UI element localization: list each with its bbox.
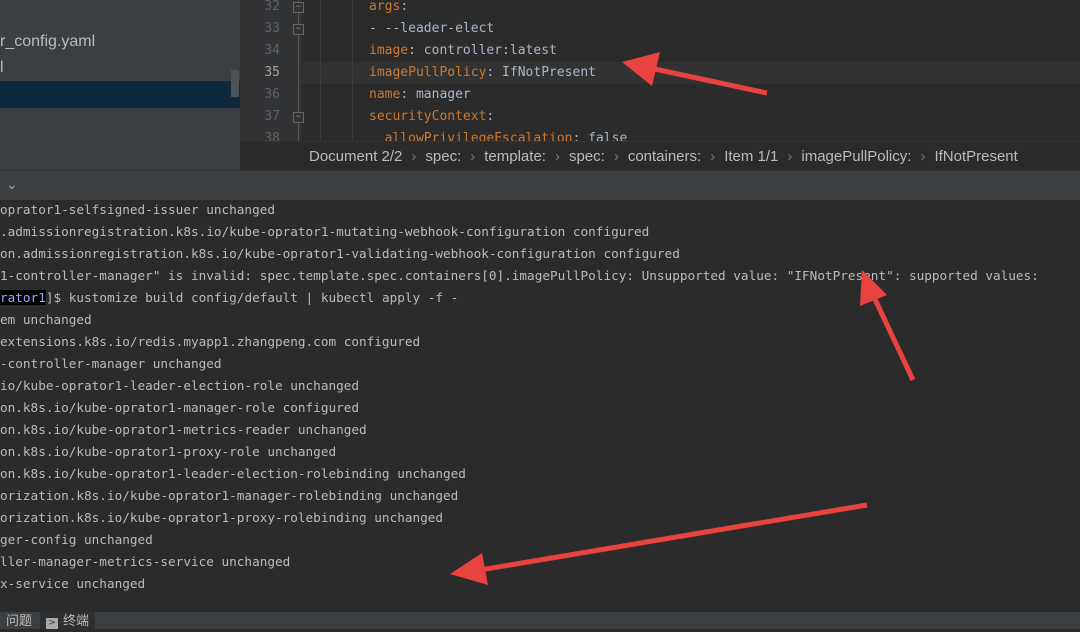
yaml-key: image bbox=[369, 43, 409, 58]
terminal-line: ger-config unchanged bbox=[0, 532, 153, 547]
chevron-right-icon: › bbox=[920, 148, 926, 165]
tab-terminal[interactable]: > 终端 bbox=[40, 612, 96, 629]
fold-icon[interactable]: − bbox=[293, 112, 304, 123]
line-number: 37 bbox=[264, 109, 280, 124]
terminal-output[interactable]: oprator1-selfsigned-issuer unchanged .adm… bbox=[0, 200, 1080, 612]
breadcrumb-item[interactable]: Document 2/2 bbox=[309, 148, 402, 165]
terminal-line: on.k8s.io/kube-oprator1-proxy-role uncha… bbox=[0, 444, 337, 459]
chevron-right-icon: › bbox=[710, 148, 716, 165]
terminal-line: extensions.k8s.io/redis.myapp1.zhangpeng… bbox=[0, 334, 421, 349]
code-line[interactable]: securityContext: bbox=[369, 106, 494, 128]
chevron-right-icon: › bbox=[787, 148, 793, 165]
yaml-key: name bbox=[369, 87, 401, 102]
terminal-header: ⌄ bbox=[0, 170, 1080, 200]
bottom-tool-bar: 问题 > 终端 bbox=[0, 612, 1080, 629]
terminal-line: 1-controller-manager" is invalid: spec.t… bbox=[0, 268, 1039, 283]
yaml-key: securityContext bbox=[369, 109, 487, 124]
breadcrumb-item[interactable]: IfNotPresent bbox=[934, 148, 1017, 165]
terminal-line: x-service unchanged bbox=[0, 576, 146, 591]
terminal-line: -controller-manager unchanged bbox=[0, 356, 222, 371]
yaml-key: allowPrivilegeEscalation bbox=[369, 131, 573, 141]
breadcrumb-item[interactable]: containers: bbox=[628, 148, 701, 165]
code-line[interactable]: args: bbox=[369, 0, 408, 18]
tab-terminal-label: 终端 bbox=[63, 614, 90, 629]
terminal-line: orization.k8s.io/kube-oprator1-manager-r… bbox=[0, 488, 459, 503]
prompt-command: ]$ kustomize build config/default | kube… bbox=[45, 290, 459, 305]
code-line[interactable]: imagePullPolicy: IfNotPresent bbox=[369, 62, 596, 84]
line-number: 32 bbox=[264, 0, 280, 14]
terminal-line: on.k8s.io/kube-oprator1-manager-role con… bbox=[0, 400, 360, 415]
project-scrollbar[interactable] bbox=[231, 70, 239, 97]
fold-icon[interactable]: − bbox=[293, 24, 304, 35]
breadcrumb-item[interactable]: template: bbox=[484, 148, 546, 165]
terminal-line: io/kube-oprator1-leader-election-role un… bbox=[0, 378, 360, 393]
code-line[interactable]: name: manager bbox=[369, 84, 471, 106]
project-panel: r_config.yaml l bbox=[0, 0, 240, 170]
terminal-line: on.k8s.io/kube-oprator1-leader-election-… bbox=[0, 466, 466, 481]
terminal-prompt-line: rator1]$ kustomize build config/default … bbox=[0, 287, 458, 309]
prompt-dir: rator1 bbox=[0, 290, 46, 305]
project-file-item[interactable]: r_config.yaml bbox=[0, 29, 95, 55]
chevron-right-icon: › bbox=[613, 148, 619, 165]
yaml-key: args bbox=[369, 0, 401, 14]
line-number: 35 bbox=[264, 65, 280, 80]
terminal-line: .admissionregistration.k8s.io/kube-oprat… bbox=[0, 224, 650, 239]
line-number: 34 bbox=[264, 43, 280, 58]
selected-project-item[interactable] bbox=[0, 81, 240, 108]
terminal-line: orization.k8s.io/kube-oprator1-proxy-rol… bbox=[0, 510, 444, 525]
line-number: 36 bbox=[264, 87, 280, 102]
yaml-value: : controller:latest bbox=[408, 43, 557, 58]
terminal-line: on.k8s.io/kube-oprator1-metrics-reader u… bbox=[0, 422, 367, 437]
yaml-value: : false bbox=[572, 131, 628, 141]
line-number: 33 bbox=[264, 21, 280, 36]
terminal-line: em unchanged bbox=[0, 312, 92, 327]
breadcrumb: Document 2/2 › spec: › template: › spec: › conta… bbox=[240, 141, 1080, 170]
line-number: 38 bbox=[264, 131, 280, 141]
breadcrumb-item[interactable]: Item 1/1 bbox=[724, 148, 778, 165]
code-line[interactable]: - --leader-elect bbox=[369, 18, 494, 40]
code-line[interactable]: allowPrivilegeEscalation: false bbox=[369, 128, 628, 141]
indent-guide bbox=[352, 0, 353, 141]
breadcrumb-item[interactable]: imagePullPolicy: bbox=[801, 148, 911, 165]
breadcrumb-item[interactable]: spec: bbox=[425, 148, 461, 165]
fold-icon[interactable]: − bbox=[293, 2, 304, 13]
terminal-icon: > bbox=[46, 618, 58, 629]
chevron-right-icon: › bbox=[470, 148, 476, 165]
yaml-value: : IfNotPresent bbox=[486, 65, 596, 80]
indent-guide bbox=[320, 0, 321, 141]
tab-problems[interactable]: 问题 bbox=[0, 612, 38, 629]
yaml-value: : manager bbox=[400, 87, 471, 102]
yaml-value: - --leader-elect bbox=[369, 21, 495, 36]
yaml-value: : bbox=[400, 0, 409, 14]
yaml-value: : bbox=[486, 109, 495, 124]
chevron-right-icon: › bbox=[554, 148, 560, 165]
breadcrumb-item[interactable]: spec: bbox=[569, 148, 605, 165]
chevron-right-icon: › bbox=[411, 148, 417, 165]
chevron-down-icon[interactable]: ⌄ bbox=[6, 177, 18, 193]
terminal-line: on.admissionregistration.k8s.io/kube-opr… bbox=[0, 246, 680, 261]
terminal-line: ller-manager-metrics-service unchanged bbox=[0, 554, 291, 569]
project-file-item[interactable]: l bbox=[0, 55, 4, 81]
terminal-line: oprator1-selfsigned-issuer unchanged bbox=[0, 202, 275, 217]
yaml-key: imagePullPolicy bbox=[369, 65, 487, 80]
code-editor[interactable]: − − − 32 args: 33 - --leader-elect 34 imag… bbox=[240, 0, 1080, 141]
code-line[interactable]: image: controller:latest bbox=[369, 40, 557, 62]
